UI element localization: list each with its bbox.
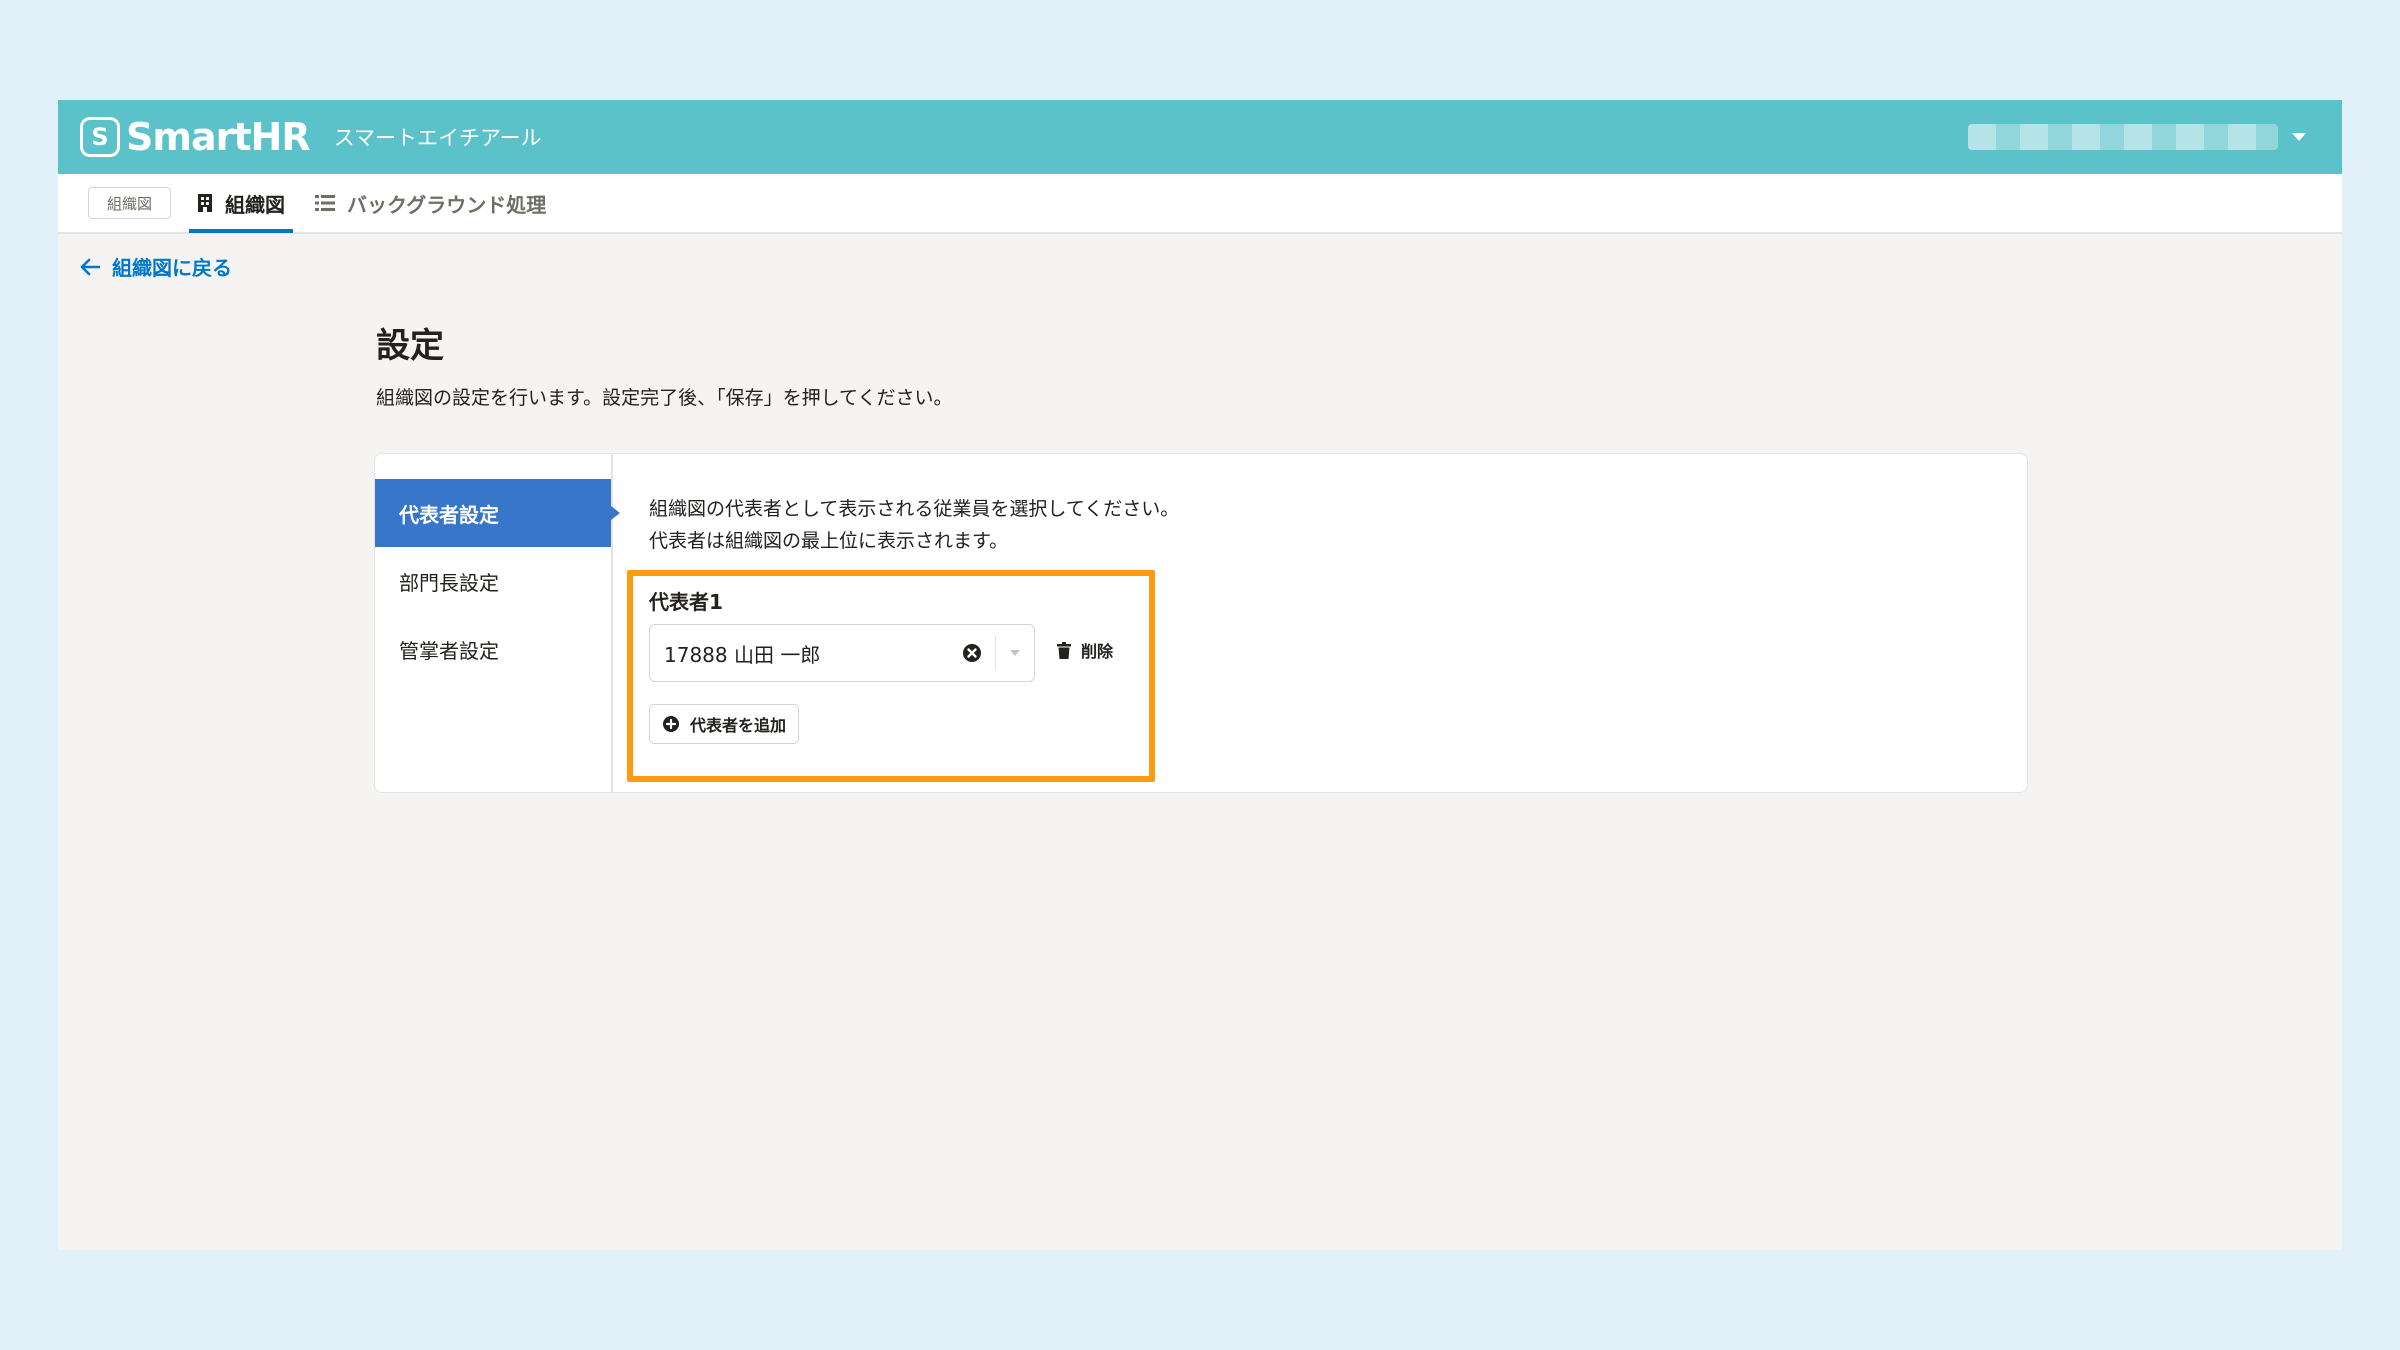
back-to-org-chart-link[interactable]: 組織図に戻る [80, 252, 232, 281]
arrow-left-icon [80, 258, 100, 276]
app-navigation: 組織図 組織図 バックグラウンド処理 [58, 174, 2342, 234]
side-menu-department-head[interactable]: 部門長設定 [375, 547, 611, 615]
tab-background-jobs-label: バックグラウンド処理 [347, 192, 547, 217]
combobox-chevron-down-icon[interactable] [996, 650, 1034, 656]
add-representative-button[interactable]: 代表者を追加 [649, 704, 800, 744]
settings-card: 代表者設定 部門長設定 管掌者設定 組織図の代表者として表示される従業員を選択し… [374, 453, 2028, 793]
logo-text: SmartHR [126, 115, 311, 159]
page-description: 組織図の設定を行います。設定完了後、「保存」を押してください。 [376, 387, 953, 409]
plus-circle-icon [662, 715, 680, 733]
side-menu-label: 代表者設定 [399, 502, 499, 527]
app-name-chip: 組織図 [88, 187, 172, 219]
representative-combobox[interactable]: 17888 山田 一郎 [649, 624, 1035, 682]
tab-org-chart-label: 組織図 [225, 192, 286, 217]
page-title: 設定 [376, 326, 444, 366]
delete-representative-button[interactable]: 削除 [1057, 638, 1113, 662]
account-name-blurred [1968, 124, 2278, 150]
clear-selection-icon[interactable] [961, 642, 983, 664]
representative-field-label: 代表者1 [649, 590, 723, 614]
add-button-label: 代表者を追加 [690, 716, 787, 735]
chevron-down-icon [2292, 133, 2306, 141]
global-header: S SmartHR スマートエイチアール [58, 100, 2342, 174]
logo-mark-icon: S [80, 117, 120, 157]
settings-side-menu: 代表者設定 部門長設定 管掌者設定 [375, 454, 620, 792]
account-menu[interactable] [1968, 124, 2306, 150]
trash-icon [1057, 641, 1071, 659]
panel-description-line-2: 代表者は組織図の最上位に表示されます。 [649, 530, 1009, 552]
panel-description-line-1: 組織図の代表者として表示される従業員を選択してください。 [649, 498, 1180, 520]
back-link-label: 組織図に戻る [112, 256, 232, 280]
combobox-selected-value: 17888 山田 一郎 [664, 642, 821, 667]
list-icon [315, 194, 336, 212]
tenant-name: スマートエイチアール [333, 126, 542, 150]
side-menu-representative[interactable]: 代表者設定 [375, 479, 620, 547]
app-window: S SmartHR スマートエイチアール 組織図 組織図 バックグラウンド処理 … [58, 100, 2342, 1250]
tab-background-jobs[interactable]: バックグラウンド処理 [307, 173, 554, 233]
tab-org-chart[interactable]: 組織図 [189, 173, 294, 233]
side-menu-label: 管掌者設定 [399, 638, 499, 663]
side-menu-label: 部門長設定 [399, 570, 499, 595]
smarthr-logo[interactable]: S SmartHR [80, 115, 311, 159]
representative-settings-panel: 組織図の代表者として表示される従業員を選択してください。 代表者は組織図の最上位… [613, 454, 2027, 792]
building-icon [197, 193, 213, 213]
side-menu-supervisor[interactable]: 管掌者設定 [375, 615, 611, 683]
delete-button-label: 削除 [1081, 642, 1114, 661]
